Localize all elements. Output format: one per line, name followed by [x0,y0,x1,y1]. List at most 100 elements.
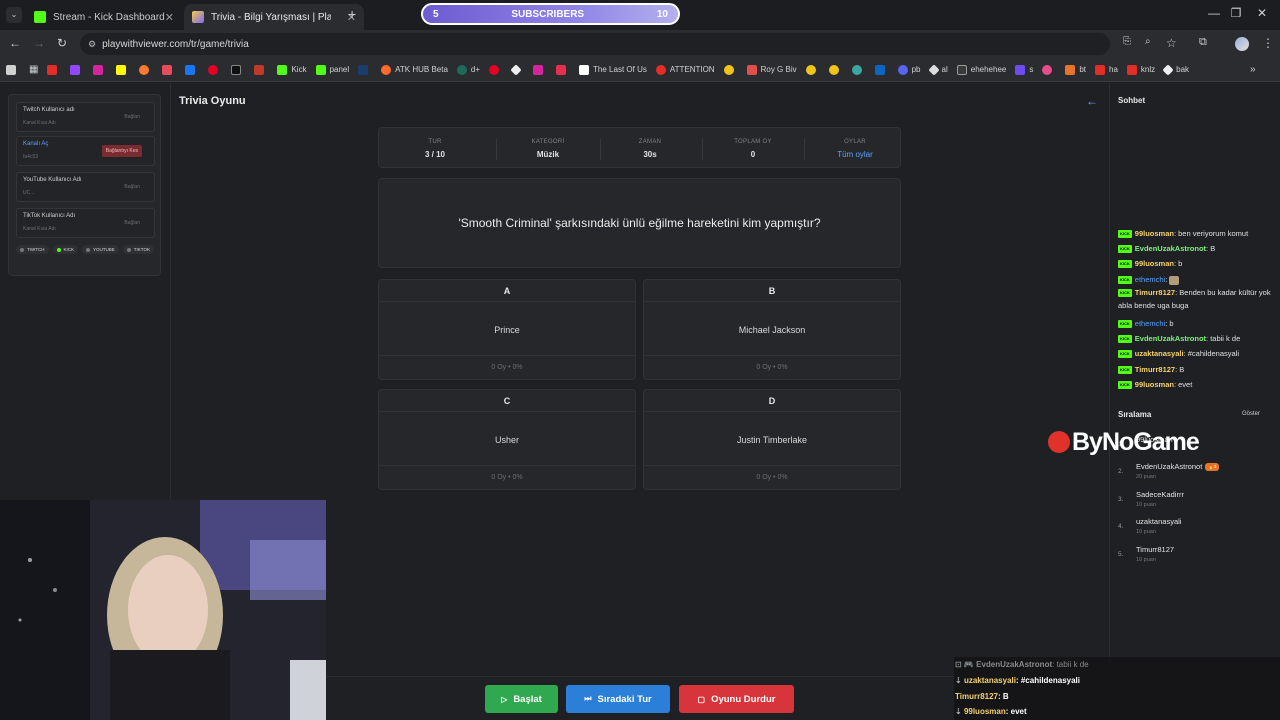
stat-category: KATEGORİ Müzik [531,139,565,159]
bookmark-bt[interactable]: bt [1065,64,1086,75]
new-tab-plus-icon[interactable]: + [348,6,356,22]
bookmark-attention[interactable]: ATTENTION [655,64,715,75]
twitch-icon[interactable] [70,64,84,75]
extensions-icon[interactable]: ⧉ [1199,36,1207,49]
bookmark-square-icon[interactable] [6,64,20,75]
chat-message: KICK 99luosman: b [1118,259,1183,269]
stop-game-button[interactable]: ▢ Oyunu Durdur [679,685,794,713]
star-icon[interactable] [828,64,843,75]
youtube-channel-input[interactable]: UC... [23,190,34,196]
forward-icon[interactable]: → [33,36,45,50]
subscribers-goal-banner: 5 SUBSCRIBERS 10 [421,3,680,25]
platform-pills: TWITCH KICK YOUTUBE TIKTOK [16,245,156,254]
chat-message: KICK Timurr8127: Benden bu kadar kültür y… [1118,288,1271,310]
tab-trivia[interactable]: Trivia - Bilgi Yarışması | PlayWit ✕ [184,4,364,30]
answer-votes: 0 Oy • 0% [756,364,788,371]
leaf-icon[interactable] [851,64,866,75]
facebook-icon[interactable] [185,64,199,75]
ranking-row: 3. SadeceKadirrr 10 puan [1118,490,1184,508]
folder-icon[interactable] [723,64,738,75]
close-window-icon[interactable]: ✕ [1248,6,1276,24]
menu-dots-icon[interactable]: ⋮ [1262,36,1274,50]
twitch-channel-input[interactable]: Kanal Kısa Adı [23,120,56,126]
twitch-username-label: Twitch Kullanıcı adı [23,107,75,113]
stat-total-votes: TOPLAM OY 0 [734,139,772,159]
reload-icon[interactable]: ↻ [57,36,67,50]
tiktok-connect-button[interactable]: Bağlan [124,220,140,226]
subscribers-goal: 10 [656,8,668,20]
linkedin-icon[interactable] [874,64,889,75]
bookmark-dplus[interactable]: d+ [456,64,480,75]
bookmark-roy-g-biv[interactable]: Roy G Biv [746,64,797,75]
address-bar-row: ← → ↻ ⚙ playwithviewer.com/tr/game/trivi… [0,30,1280,58]
bookmark-ehehehee[interactable]: ehehehee [956,64,1006,75]
close-icon[interactable]: ✕ [165,11,174,24]
zoom-icon[interactable]: ⌕ [1145,36,1151,47]
answer-b[interactable]: B Michael Jackson 0 Oy • 0% [643,279,901,380]
divider [170,83,171,500]
stat-round: TUR 3 / 10 [424,139,445,159]
url-field[interactable]: ⚙ playwithviewer.com/tr/game/trivia [80,33,1110,55]
youtube-connect-button[interactable]: Bağlan [124,184,140,190]
maximize-icon[interactable]: ❐ [1222,6,1250,24]
bookmark-the-last-of-us[interactable]: The Last Of Us [579,64,647,75]
heart-icon[interactable] [162,64,176,75]
bookmark-al[interactable]: al [927,63,948,76]
translate-icon[interactable]: ⎘ [1123,36,1131,47]
site-info-icon[interactable]: ⚙ [88,39,96,50]
tab-list-chevron-icon[interactable]: ⌄ [6,7,22,23]
back-arrow-icon[interactable]: ← [1086,94,1098,108]
bookmark-s[interactable]: s [1015,64,1033,75]
answer-letter: D [768,396,776,406]
answer-a[interactable]: A Prince 0 Oy • 0% [378,279,636,380]
more-bookmarks-chevron-icon[interactable]: » [1250,64,1256,75]
answer-d[interactable]: D Justin Timberlake 0 Oy • 0% [643,389,901,490]
subscribers-current: 5 [433,8,439,20]
chat-message: KICK ethemchi: b [1118,319,1174,329]
ranking-show-button[interactable]: Göster [1242,411,1260,417]
apps-grid-icon[interactable]: ▦ [29,64,38,75]
tiktok-channel-input[interactable]: Kanal Kısa Adı [23,226,56,232]
disconnect-button[interactable]: Bağlantıyı Kes [101,145,142,157]
back-icon[interactable]: ← [9,36,21,50]
pinterest-icon[interactable] [489,64,503,75]
flower-icon[interactable] [1042,64,1056,75]
pinterest-icon[interactable] [208,64,222,75]
bookmark-pb[interactable]: pb [897,64,921,75]
chat-message: KICK EvdenUzakAstronot: B [1118,244,1216,254]
youtube-username-label: YouTube Kullanıcı Adı [23,177,82,183]
bookmark-ha[interactable]: ha [1095,64,1118,75]
snapchat-icon[interactable] [116,64,130,75]
twitch-connect-button[interactable]: Bağlan [124,114,140,120]
next-round-button[interactable]: ⏭ Sıradaki Tur [566,685,670,713]
pill-youtube: YOUTUBE [82,245,119,254]
instagram-icon[interactable] [533,64,547,75]
tv-icon[interactable] [556,64,570,75]
bookmark-panel[interactable]: panel [315,64,349,75]
youtube-icon[interactable] [47,64,61,75]
diamond-icon[interactable] [510,63,524,76]
bookmark-star-icon[interactable]: ☆ [1166,36,1177,50]
kick-channel-value: fa4c53 [23,154,39,160]
steam-icon[interactable] [358,64,372,75]
star-icon[interactable] [805,64,820,75]
all-votes-link[interactable]: Tüm oylar [803,150,907,159]
answer-letter: B [768,286,776,296]
start-button[interactable]: ▷ Başlat [485,685,558,713]
answer-c[interactable]: C Usher 0 Oy • 0% [378,389,636,490]
profile-avatar[interactable] [1235,37,1249,51]
open-channel-link[interactable]: Kanalı Aç [23,141,48,147]
x-icon[interactable] [231,64,245,75]
bookmark-knlz[interactable]: knlz [1126,64,1155,75]
bookmark-kick[interactable]: Kick [277,64,307,75]
shield-icon[interactable] [254,64,268,75]
webcam-feed [0,500,326,720]
emote-icon [1169,275,1180,285]
bynogame-watermark: ByNoGame [1048,428,1200,457]
bynogame-logo-icon [1048,431,1070,453]
whatsapp-icon[interactable] [139,64,153,75]
bookmark-atk-hub[interactable]: ATK HUB Beta [381,64,448,75]
instagram-icon[interactable] [93,64,107,75]
tab-kick-dashboard[interactable]: Stream - Kick Dashboard ✕ [26,4,182,30]
bookmark-bak[interactable]: bak [1162,63,1189,76]
